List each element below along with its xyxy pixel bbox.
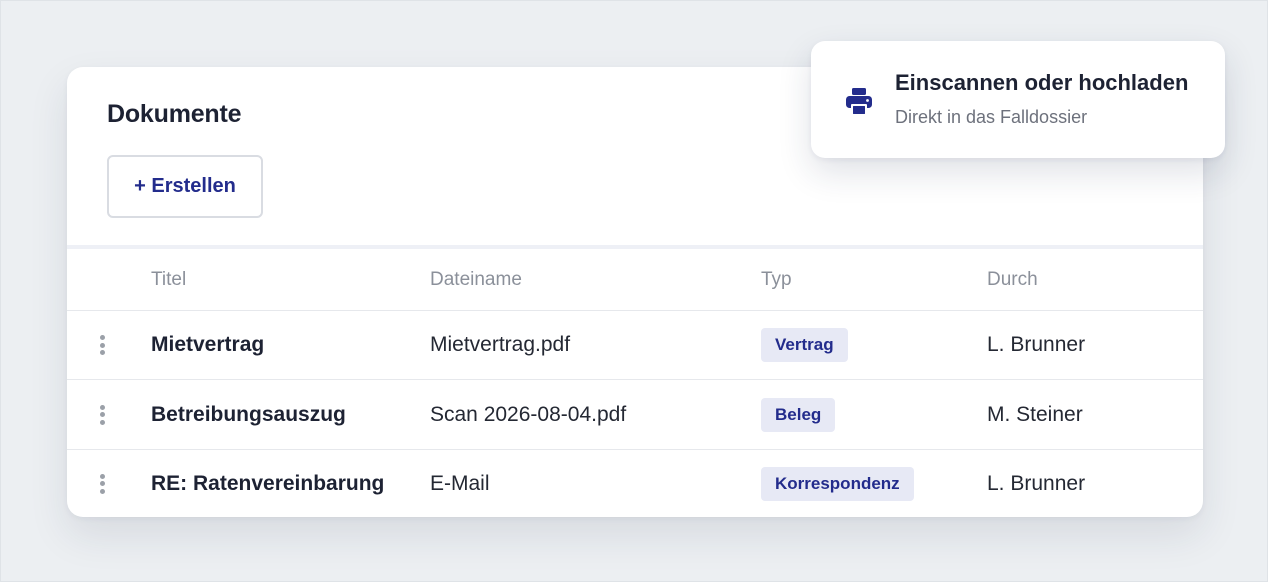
column-header-by[interactable]: Durch bbox=[987, 269, 1038, 291]
table-row[interactable]: Mietvertrag Mietvertrag.pdf Vertrag L. B… bbox=[67, 311, 1203, 380]
more-options-icon[interactable] bbox=[95, 334, 109, 356]
type-badge: Vertrag bbox=[761, 328, 848, 362]
document-author: L. Brunner bbox=[987, 471, 1086, 495]
table-row[interactable]: Betreibungsauszug Scan 2026-08-04.pdf Be… bbox=[67, 380, 1203, 450]
popover-subtitle: Direkt in das Falldossier bbox=[895, 107, 1088, 127]
document-filename: E-Mail bbox=[430, 471, 490, 495]
popover-title: Einscannen oder hochladen bbox=[895, 70, 1189, 95]
page-title: Dokumente bbox=[107, 100, 242, 128]
document-title: Mietvertrag bbox=[151, 333, 265, 356]
column-header-filename[interactable]: Dateiname bbox=[430, 269, 522, 291]
document-author: M. Steiner bbox=[987, 402, 1083, 426]
document-title: RE: Ratenvereinbarung bbox=[151, 471, 385, 495]
table-header: Titel Dateiname Typ Durch bbox=[67, 249, 1203, 311]
column-header-type[interactable]: Typ bbox=[761, 269, 792, 291]
upload-popover[interactable]: Einscannen oder hochladen Direkt in das … bbox=[811, 41, 1225, 158]
more-options-icon[interactable] bbox=[95, 473, 109, 495]
printer-icon bbox=[846, 88, 872, 114]
document-author: L. Brunner bbox=[987, 333, 1086, 356]
document-filename: Mietvertrag.pdf bbox=[430, 333, 571, 356]
column-header-title[interactable]: Titel bbox=[151, 269, 186, 291]
create-button[interactable]: + Erstellen bbox=[107, 155, 263, 218]
document-title: Betreibungsauszug bbox=[151, 402, 346, 426]
table-row[interactable]: RE: Ratenvereinbarung E-Mail Korresponde… bbox=[67, 450, 1203, 517]
more-options-icon[interactable] bbox=[95, 404, 109, 426]
type-badge: Korrespondenz bbox=[761, 466, 914, 501]
document-filename: Scan 2026-08-04.pdf bbox=[430, 402, 627, 426]
type-badge: Beleg bbox=[761, 397, 836, 432]
